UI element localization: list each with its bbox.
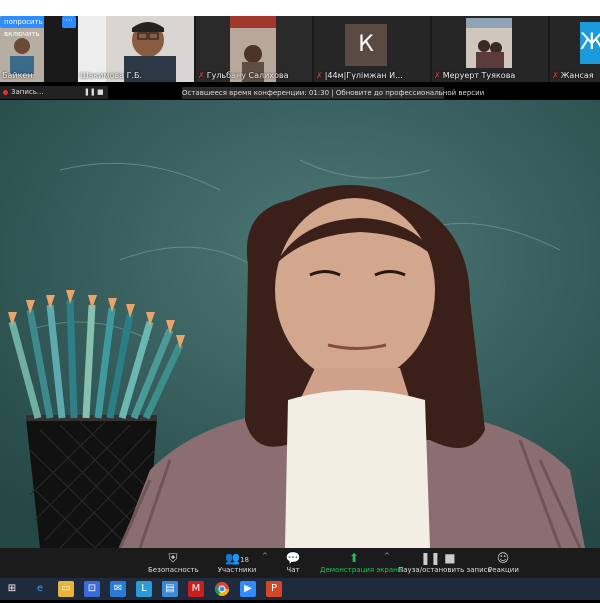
chat-icon: 💬 [285,551,301,565]
mcafee-icon[interactable]: M [188,581,204,597]
active-speaker-video [0,100,600,548]
participant-tile[interactable]: Ж ✗ Жансая [550,16,600,82]
participants-button[interactable]: 👥18 Участники [214,550,260,574]
muted-mic-icon: ✗ [198,71,205,80]
speaker-video-frame [0,100,600,548]
security-button[interactable]: ⛨ Безопасность [148,550,199,574]
participant-name: Гульбану Салихова [206,71,289,80]
ask-to-unmute-button[interactable]: попросить включить [0,16,44,38]
participant-thumbnail-strip: попросить включить Байкен ··· Шакимова Г… [0,16,600,82]
edge-icon[interactable]: e [32,581,48,597]
recording-indicator: Запись... ❚❚ ■ [0,86,108,99]
share-screen-caret-icon[interactable]: ^ [384,552,390,560]
window-top-bar [0,0,600,16]
reactions-icon: ☺ [496,551,510,565]
chrome-icon[interactable] [214,581,230,597]
muted-mic-icon: ✗ [434,71,441,80]
share-screen-label: Демонстрация экрана [320,566,402,574]
participant-tile[interactable]: К ✗ |44м|Гүлімжан И... [314,16,430,82]
participant-avatar: К [345,24,387,66]
participant-tile[interactable]: ✗ Меруерт Туякова [432,16,548,82]
participant-tile[interactable]: ✗ Гульбану Салихова [196,16,312,82]
recording-dot-icon [3,89,8,95]
participants-icon: 👥 [225,551,241,565]
participant-tile[interactable]: Шакимова Г.Б. [78,16,194,82]
chat-button[interactable]: 💬 Чат [280,550,306,574]
chat-label: Чат [286,566,300,574]
share-screen-button[interactable]: ⬆ Демонстрация экрана [320,550,402,574]
windows-taskbar: ⊞ e ▭ ⊡ ✉ L ▤ M ▶ P [0,578,600,600]
shield-icon: ⛨ [168,551,178,565]
more-options-button[interactable]: ··· [62,16,76,28]
stop-recording-button[interactable]: ■ [97,86,104,99]
windows-icon[interactable]: ⊞ [4,581,20,597]
share-screen-icon: ⬆ [348,551,360,565]
muted-mic-icon: ✗ [552,71,559,80]
participant-name: Жансая [560,71,594,80]
l-app-icon[interactable]: L [136,581,152,597]
meeting-time-banner[interactable]: Оставшееся время конференции: 01:30 | Об… [182,87,484,99]
participants-caret-icon[interactable]: ^ [262,552,268,560]
mail-icon[interactable]: ✉ [110,581,126,597]
muted-mic-icon: ✗ [316,71,323,80]
pause-stop-recording-label: Пауза/остановить запись [398,566,492,574]
file-explorer-icon[interactable]: ▭ [58,581,74,597]
security-label: Безопасность [148,566,199,574]
recording-label: Запись... [11,88,44,96]
participant-name: Меруерт Туякова [442,71,516,80]
pause-stop-icon: ❚❚ ■ [420,551,456,565]
participant-tile[interactable]: попросить включить Байкен [0,16,44,82]
participants-count: 18 [240,556,249,564]
participant-name: |44м|Гүлімжан И... [324,71,403,80]
notes-icon[interactable]: ▤ [162,581,178,597]
pause-stop-recording-button[interactable]: ❚❚ ■ Пауза/остановить запись [398,550,492,574]
pause-recording-button[interactable]: ❚❚ [84,86,96,99]
powerpoint-icon[interactable]: P [266,581,282,597]
reactions-button[interactable]: ☺ Реакции [488,550,519,574]
participant-name: Байкен [2,71,33,80]
zoom-icon[interactable]: ▶ [240,581,256,597]
participant-avatar: Ж [580,22,600,64]
participants-label: Участники [217,566,257,574]
store-icon[interactable]: ⊡ [84,581,100,597]
meeting-toolbar: ⛨ Безопасность 👥18 Участники ^ 💬 Чат ⬆ Д… [0,548,600,578]
participant-name: Шакимова Г.Б. [80,71,143,80]
reactions-label: Реакции [488,566,519,574]
